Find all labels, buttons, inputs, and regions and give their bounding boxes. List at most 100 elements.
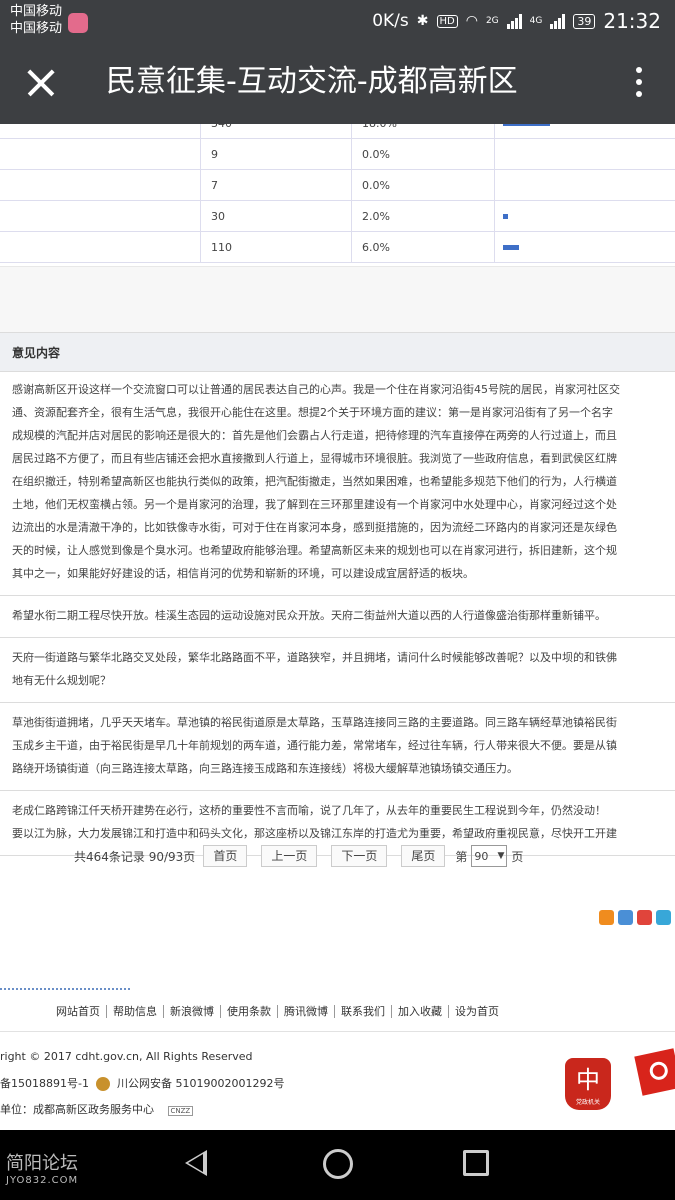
- signal-icon: [506, 13, 522, 29]
- recents-icon[interactable]: [463, 1150, 489, 1176]
- gov-badge-label: 党政机关: [575, 1099, 600, 1106]
- page-select[interactable]: 90 ▼: [471, 845, 508, 867]
- opinion-line: 玉成乡主干道，由于裕民街是早几十年前规划的两车道，通行能力差，常常堵车，经过往车…: [12, 739, 617, 752]
- first-page-button[interactable]: 首页: [203, 845, 248, 867]
- opinion-item: 感谢高新区开设这样一个交流窗口可以让普通的居民表达自己的心声。我是一个住在肖家河…: [0, 370, 675, 596]
- stats-percent: 0.0%: [351, 138, 495, 170]
- share-plus-icon[interactable]: [599, 910, 614, 925]
- android-nav-bar: [0, 1130, 675, 1200]
- footer-nav-link[interactable]: 使用条款: [221, 1005, 278, 1018]
- stats-option-cell: [0, 200, 201, 232]
- opinion-line: 感谢高新区开设这样一个交流窗口可以让普通的居民表达自己的心声。我是一个住在肖家河…: [12, 383, 620, 396]
- opinion-line: 其中之一，如果能好好建设的话，相信肖河的优势和崭新的环境，可以建设成宜居舒适的板…: [12, 567, 474, 580]
- prev-page-button[interactable]: 上一页: [261, 845, 318, 867]
- footer-nav-link[interactable]: 帮助信息: [107, 1005, 164, 1018]
- icp-number[interactable]: 备15018891号-1: [0, 1077, 89, 1090]
- opinion-line: 路绕开场镇街道（向三路连接太草路，向三路连接玉成路和东连接线）将极大缓解草池镇场…: [12, 762, 518, 775]
- opinion-header-label: 意见内容: [12, 346, 61, 360]
- office-line: 单位：成都高新区政务服务中心 CNZZ: [0, 1101, 194, 1117]
- stats-count: 7: [200, 169, 352, 201]
- battery-icon: 39: [573, 13, 596, 29]
- web-content[interactable]: 34018.0%90.0%70.0%302.0%1106.0% 意见内容 感谢高…: [0, 124, 675, 1130]
- stats-table: 34018.0%90.0%70.0%302.0%1106.0%: [0, 124, 675, 263]
- opinion-line: 成规模的汽配并店对居民的影响还是很大的：首先是他们会霸占人行走道，把待修理的汽车…: [12, 429, 617, 442]
- stats-bar-cell: [494, 200, 675, 232]
- share-tencent-icon[interactable]: [656, 910, 671, 925]
- gov-organ-badge-icon[interactable]: 中党政机关: [565, 1058, 611, 1110]
- opinion-line: 天的时候，让人感觉到像是个臭水河。也希望政府能够治理。希望高新区未来的规划也可以…: [12, 544, 617, 557]
- stats-row: 9 0.0%: [0, 138, 675, 170]
- stats-percent: 0.0%: [351, 169, 495, 201]
- page-select-value: 90: [474, 849, 489, 863]
- pagination-summary: 共464条记录 90/93页: [74, 849, 196, 864]
- goto-prefix: 第: [455, 849, 468, 864]
- watermark-line-2: JYO832.COM: [6, 1175, 79, 1186]
- footer-dotted-line: [0, 988, 130, 990]
- red-search-badge-icon[interactable]: [634, 1048, 675, 1096]
- close-icon[interactable]: [18, 58, 66, 108]
- stats-row: 7 0.0%: [0, 169, 675, 201]
- opinion-list: 感谢高新区开设这样一个交流窗口可以让普通的居民表达自己的心声。我是一个住在肖家河…: [0, 370, 675, 856]
- bluetooth-icon: ✱: [416, 13, 429, 29]
- more-vertical-icon[interactable]: [633, 64, 645, 104]
- stats-option-cell: [0, 231, 201, 263]
- police-badge-icon: [96, 1077, 111, 1091]
- footer-nav-link[interactable]: 腾讯微博: [278, 1005, 335, 1018]
- pagination: 共464条记录 90/93页 首页 上一页 下一页 尾页 第 90 ▼ 页: [74, 844, 523, 868]
- carrier-label-2: 中国移动: [10, 21, 63, 36]
- stats-option-cell: [0, 124, 201, 139]
- footer-nav: 网站首页 帮助信息 新浪微博 使用条款 腾讯微博 联系我们 加入收藏 设为首页: [50, 1005, 505, 1018]
- stats-count: 110: [200, 231, 352, 263]
- share-qzone-icon[interactable]: [618, 910, 633, 925]
- stats-count: 340: [200, 124, 352, 139]
- stats-count: 9: [200, 138, 352, 170]
- spacer-band: [0, 266, 675, 333]
- title-bar: 民意征集-互动交流-成都高新区: [0, 42, 675, 124]
- stats-bar: [503, 124, 550, 126]
- cnzz-badge[interactable]: CNZZ: [167, 1106, 194, 1116]
- stats-bar-cell: [494, 138, 675, 170]
- opinion-line: 边流出的水是清澈干净的，比如铁像寺水街，可对于住在肖家河本身，感到挺措施的，因为…: [12, 521, 617, 534]
- opinion-line: 通、资源配套齐全，很有生活气息，我很开心能住在这里。想提2个关于环境方面的建议：…: [12, 406, 613, 419]
- footer-divider: [0, 1031, 675, 1032]
- clock: 21:32: [603, 9, 661, 33]
- stats-row: 34018.0%: [0, 124, 675, 139]
- page-title: 民意征集-互动交流-成都高新区: [106, 64, 518, 99]
- opinion-line: 土地，他们无权蛮横占领。另一个是肖家河的治理，我了解到在三环那里建设有一个肖家河…: [12, 498, 617, 511]
- opinion-item: 天府一街道路与繁华北路交叉处段，繁华北路路面不平，道路狭窄，并且拥堵，请问什么时…: [0, 638, 675, 703]
- share-icons: [599, 910, 671, 925]
- footer-nav-link[interactable]: 加入收藏: [392, 1005, 449, 1018]
- watermark-line-1: 简阳论坛: [6, 1153, 78, 1174]
- opinion-item: 希望水衔二期工程尽快开放。桂溪生态园的运动设施对民众开放。天府二街益州大道以西的…: [0, 596, 675, 638]
- opinion-section-header: 意见内容: [0, 332, 675, 372]
- copyright-text: right © 2017 cdht.gov.cn, All Rights Res…: [0, 1050, 253, 1063]
- chevron-down-icon: ▼: [497, 851, 505, 861]
- wifi-icon: ◠: [465, 13, 478, 29]
- home-icon[interactable]: [323, 1149, 353, 1179]
- last-page-button[interactable]: 尾页: [401, 845, 446, 867]
- opinion-line: 天府一街道路与繁华北路交叉处段，繁华北路路面不平，道路狭窄，并且拥堵，请问什么时…: [12, 651, 617, 664]
- stats-bar-cell: [494, 231, 675, 263]
- carrier-label-1: 中国移动: [10, 4, 63, 19]
- back-icon[interactable]: [185, 1150, 207, 1176]
- stats-bar-cell: [494, 169, 675, 201]
- stats-percent: 18.0%: [351, 124, 495, 139]
- stats-option-cell: [0, 138, 201, 170]
- stats-bar: [503, 213, 509, 219]
- opinion-line: 老成仁路跨锦江仟天桥开建势在必行，这桥的重要性不言而喻，说了几年了，从去年的重要…: [12, 804, 606, 817]
- police-record[interactable]: 川公网安备 51019002001292号: [117, 1077, 284, 1090]
- opinion-line: 地有无什么规划呢？: [12, 674, 111, 687]
- footer-nav-link[interactable]: 设为首页: [449, 1005, 505, 1018]
- network-speed: 0K/s: [372, 11, 409, 31]
- stats-bar: [503, 244, 519, 250]
- next-page-button[interactable]: 下一页: [331, 845, 388, 867]
- footer-nav-link[interactable]: 联系我们: [335, 1005, 392, 1018]
- opinion-line: 希望水衔二期工程尽快开放。桂溪生态园的运动设施对民众开放。天府二街益州大道以西的…: [12, 609, 606, 622]
- footer-nav-link[interactable]: 新浪微博: [164, 1005, 221, 1018]
- stats-bar-cell: [494, 124, 675, 139]
- footer-nav-link[interactable]: 网站首页: [50, 1005, 107, 1018]
- share-weibo-icon[interactable]: [637, 910, 652, 925]
- office-text: 单位：成都高新区政务服务中心: [0, 1103, 154, 1116]
- stats-row: 30 2.0%: [0, 200, 675, 232]
- status-bar: 中国移动 中国移动 0K/s ✱ HD ◠ 2G 4G 39 21:32: [0, 0, 675, 42]
